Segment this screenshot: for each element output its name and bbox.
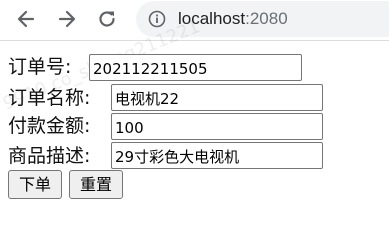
browser-toolbar: localhost:2080 bbox=[0, 0, 389, 40]
address-bar[interactable]: localhost:2080 bbox=[136, 1, 389, 37]
order-name-label: 订单名称: bbox=[8, 87, 91, 109]
order-no-label: 订单号: bbox=[8, 56, 72, 78]
product-desc-label: 商品描述: bbox=[8, 145, 91, 167]
forward-arrow-icon[interactable] bbox=[56, 8, 78, 30]
url-text: localhost:2080 bbox=[178, 8, 288, 30]
submit-order-button[interactable]: 下单 bbox=[8, 170, 62, 199]
order-name-input[interactable] bbox=[111, 84, 323, 111]
info-icon[interactable] bbox=[148, 10, 166, 28]
toolbar-divider bbox=[0, 40, 389, 41]
product-desc-input[interactable] bbox=[111, 142, 323, 169]
back-arrow-icon[interactable] bbox=[15, 8, 37, 30]
reset-button[interactable]: 重置 bbox=[69, 170, 123, 199]
reload-icon[interactable] bbox=[96, 8, 118, 30]
url-host: localhost bbox=[178, 9, 246, 28]
payment-amount-input[interactable] bbox=[111, 113, 323, 140]
payment-amount-label: 付款金额: bbox=[8, 115, 91, 137]
order-no-input[interactable] bbox=[89, 54, 302, 81]
url-port: :2080 bbox=[245, 9, 288, 28]
